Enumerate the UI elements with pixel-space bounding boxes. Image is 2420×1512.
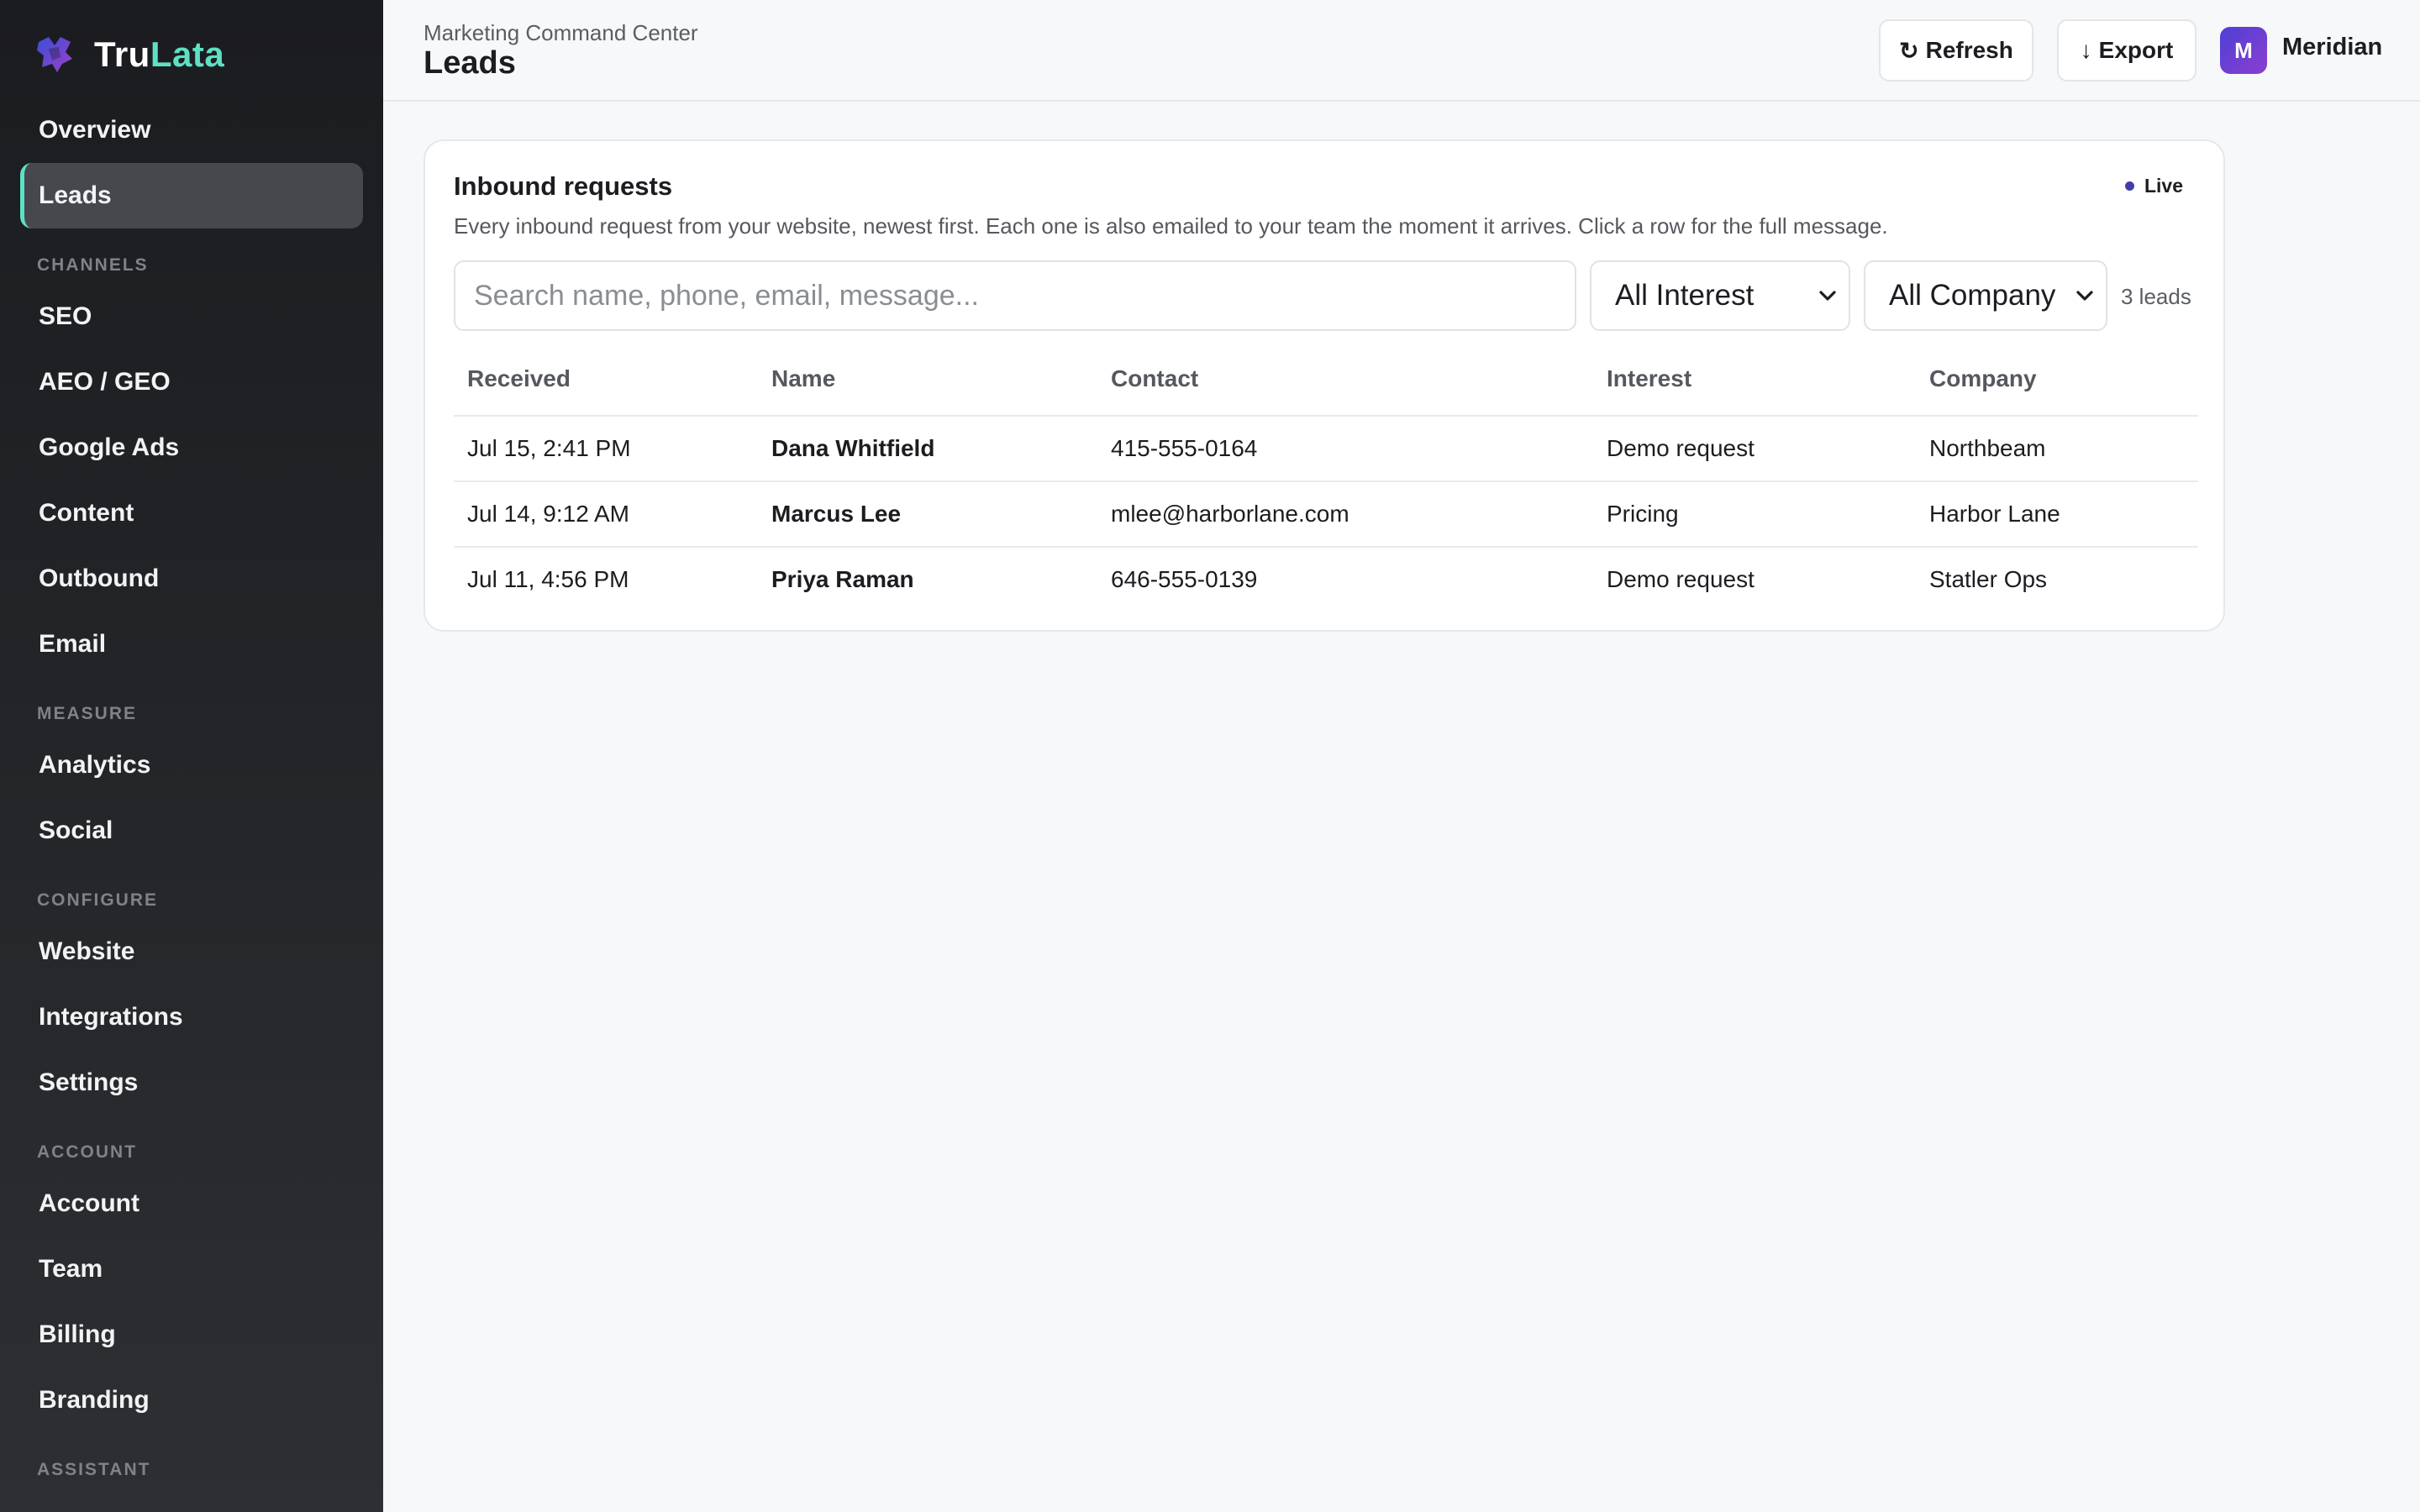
interest-filter-select[interactable]: All Interest bbox=[1590, 260, 1850, 331]
brand-logo-icon bbox=[37, 37, 72, 72]
inbound-requests-card: Inbound requests Live Every inbound requ… bbox=[424, 139, 2225, 632]
export-label: Export bbox=[2098, 37, 2174, 63]
search-input[interactable] bbox=[454, 260, 1576, 331]
sidebar-item-seo[interactable]: SEO bbox=[20, 284, 363, 349]
nav-section-label: ASSISTANT bbox=[37, 1460, 151, 1479]
sidebar-item-leads[interactable]: Leads bbox=[20, 163, 363, 228]
interest-filter-value: All Interest bbox=[1615, 279, 1754, 312]
refresh-icon: ↻ bbox=[1899, 37, 1919, 64]
company-filter-value: All Company bbox=[1889, 279, 2056, 312]
cell-interest: Pricing bbox=[1607, 501, 1679, 527]
cell-company: Statler Ops bbox=[1929, 566, 2048, 592]
chevron-down-icon bbox=[1819, 291, 1836, 301]
breadcrumb: Marketing Command Center bbox=[424, 20, 698, 45]
cell-received: Jul 14, 9:12 AM bbox=[467, 501, 630, 527]
column-header-company[interactable]: Company bbox=[1929, 365, 2037, 392]
sidebar-item-account[interactable]: Account bbox=[20, 1171, 363, 1236]
cell-contact: mlee@harborlane.com bbox=[1111, 501, 1349, 527]
cell-contact: 415-555-0164 bbox=[1111, 435, 1258, 461]
cell-name: Priya Raman bbox=[771, 566, 914, 592]
sidebar-item-branding[interactable]: Branding bbox=[20, 1368, 363, 1433]
nav-section-label: CHANNELS bbox=[37, 255, 149, 275]
brand-name: TruLata bbox=[94, 34, 225, 74]
sidebar-item-analytics[interactable]: Analytics bbox=[20, 732, 363, 798]
cell-contact: 646-555-0139 bbox=[1111, 566, 1258, 592]
sidebar: TruLata Overview Leads CHANNELS SEO AEO / GE… bbox=[0, 0, 383, 1512]
table-body: Jul 15, 2:41 PM Dana Whitfield 415-555-016… bbox=[454, 415, 2198, 612]
sidebar-item-billing[interactable]: Billing bbox=[20, 1302, 363, 1368]
sidebar-item-overview[interactable]: Overview bbox=[20, 97, 363, 163]
nav-section-label: MEASURE bbox=[37, 704, 138, 723]
sidebar-nav: Overview Leads CHANNELS SEO AEO / GEO Google … bbox=[0, 97, 383, 1488]
account-name[interactable]: Meridian bbox=[2282, 34, 2382, 61]
cell-interest: Demo request bbox=[1607, 566, 1754, 592]
card-description: Every inbound request from your website,… bbox=[454, 213, 1888, 239]
table-row[interactable]: Jul 14, 9:12 AM Marcus Lee mlee@harborlane… bbox=[454, 480, 2198, 546]
export-button[interactable]: ↓ Export bbox=[2057, 19, 2196, 81]
sidebar-item-content[interactable]: Content bbox=[20, 480, 363, 546]
topbar: Marketing Command Center Leads ↻ Refresh… bbox=[383, 0, 2420, 102]
live-label: Live bbox=[2144, 175, 2183, 197]
column-header-name[interactable]: Name bbox=[771, 365, 835, 392]
sidebar-item-integrations[interactable]: Integrations bbox=[20, 984, 363, 1050]
cell-name: Marcus Lee bbox=[771, 501, 902, 527]
sidebar-item-website[interactable]: Website bbox=[20, 919, 363, 984]
column-header-interest[interactable]: Interest bbox=[1607, 365, 1691, 392]
cell-company: Harbor Lane bbox=[1929, 501, 2060, 527]
sidebar-item-team[interactable]: Team bbox=[20, 1236, 363, 1302]
sidebar-item-google-ads[interactable]: Google Ads bbox=[20, 415, 363, 480]
download-icon: ↓ bbox=[2080, 37, 2092, 63]
cell-interest: Demo request bbox=[1607, 435, 1754, 461]
sidebar-item-social[interactable]: Social bbox=[20, 798, 363, 864]
refresh-button[interactable]: ↻ Refresh bbox=[1879, 19, 2033, 81]
leads-table: Received Name Contact Interest Company J… bbox=[454, 343, 2198, 612]
column-header-contact[interactable]: Contact bbox=[1111, 365, 1198, 392]
refresh-label: Refresh bbox=[1925, 37, 2013, 63]
sidebar-item-outbound[interactable]: Outbound bbox=[20, 546, 363, 612]
live-dot-icon bbox=[2124, 181, 2134, 191]
avatar[interactable]: M bbox=[2220, 27, 2267, 74]
table-row[interactable]: Jul 15, 2:41 PM Dana Whitfield 415-555-016… bbox=[454, 415, 2198, 480]
cell-name: Dana Whitfield bbox=[771, 435, 935, 461]
brand[interactable]: TruLata bbox=[34, 32, 224, 77]
sidebar-item-email[interactable]: Email bbox=[20, 612, 363, 677]
column-header-received[interactable]: Received bbox=[467, 365, 571, 392]
cell-received: Jul 11, 4:56 PM bbox=[467, 566, 629, 592]
cell-received: Jul 15, 2:41 PM bbox=[467, 435, 631, 461]
nav-section-label: ACCOUNT bbox=[37, 1142, 137, 1162]
sidebar-item-aeo-geo[interactable]: AEO / GEO bbox=[20, 349, 363, 415]
page-title: Leads bbox=[424, 45, 516, 81]
company-filter-select[interactable]: All Company bbox=[1864, 260, 2107, 331]
nav-section-label: CONFIGURE bbox=[37, 890, 158, 910]
table-row[interactable]: Jul 11, 4:56 PM Priya Raman 646-555-0139 De… bbox=[454, 546, 2198, 612]
table-header: Received Name Contact Interest Company bbox=[454, 343, 2198, 415]
lead-count: 3 leads bbox=[2121, 284, 2191, 309]
live-indicator: Live bbox=[2124, 175, 2183, 197]
card-title: Inbound requests bbox=[454, 171, 673, 201]
cell-company: Northbeam bbox=[1929, 435, 2046, 461]
chevron-down-icon bbox=[2076, 291, 2093, 301]
sidebar-item-settings[interactable]: Settings bbox=[20, 1050, 363, 1116]
